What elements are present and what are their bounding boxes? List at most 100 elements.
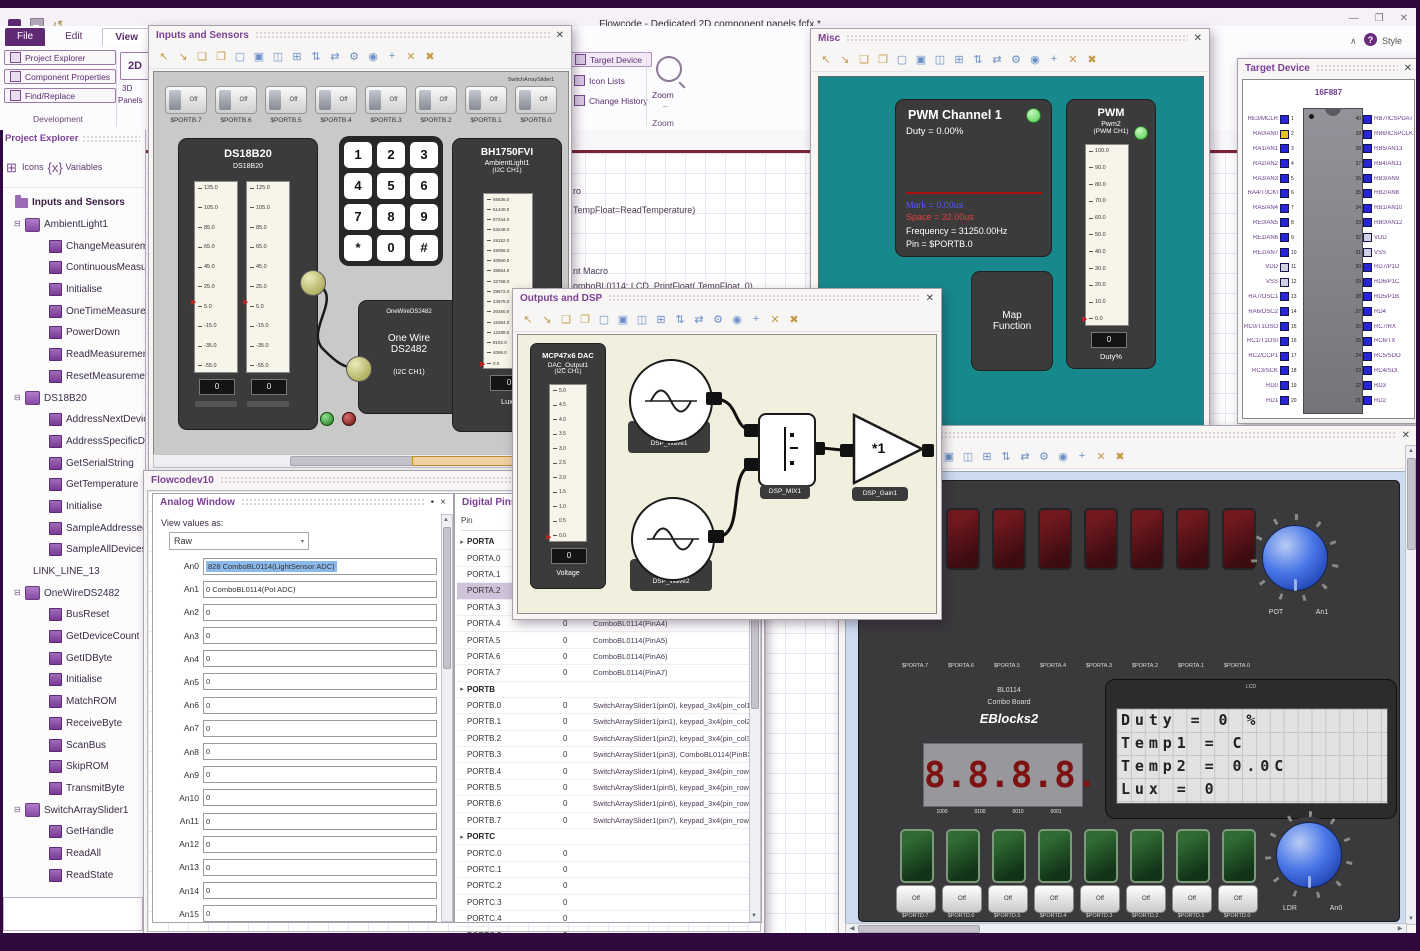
ribbon-collapse-icon[interactable]: ∧: [1350, 36, 1357, 47]
tree-item[interactable]: ReadMeasurement: [0, 344, 145, 366]
channel-value-field[interactable]: 0: [203, 650, 437, 668]
digital-pin-row[interactable]: PORTB.6 0 SwitchArraySlider1(pin6), keyp…: [457, 796, 749, 813]
distribute-vertical-icon[interactable]: ⇅: [309, 49, 323, 64]
scroll-right-icon[interactable]: ▶: [1395, 925, 1405, 933]
switch-knob[interactable]: [169, 90, 181, 110]
voltage-scale[interactable]: 5.0 4.5 4.0 3.5 3.0 2.5 2.0 1.5 1.0 0.5 0.0: [549, 384, 587, 542]
panel-3d-button[interactable]: 3D: [122, 84, 132, 93]
tree-item[interactable]: ChangeMeasurementMode: [0, 235, 145, 257]
scroll-left-icon[interactable]: ◀: [847, 925, 857, 933]
tree-item[interactable]: ⊟ SwitchArraySlider1: [0, 799, 145, 821]
delete-icon[interactable]: ✕: [404, 49, 418, 64]
view-toggle[interactable]: Change History: [570, 94, 652, 107]
misc-window-titlebar[interactable]: Misc ✕: [811, 29, 1209, 47]
chip-pin[interactable]: RE1/AN6 9: [1243, 230, 1303, 245]
grid-snap-icon[interactable]: ⊞: [654, 312, 668, 327]
view-toggle[interactable]: Icon Lists: [570, 74, 652, 87]
align-left-icon[interactable]: ▢: [233, 49, 247, 64]
delete-icon[interactable]: ✕: [1094, 449, 1108, 464]
inputs-titlebar[interactable]: Inputs and Sensors ✕: [149, 26, 571, 44]
dsp-mix-component[interactable]: [758, 413, 816, 487]
ribbon-tab[interactable]: File: [5, 28, 46, 46]
toggle-switch[interactable]: Off: [365, 86, 407, 114]
channel-value-field[interactable]: 0: [203, 835, 437, 853]
tree-item[interactable]: ScanBus: [0, 734, 145, 756]
expander-icon[interactable]: [38, 372, 47, 381]
scroll-up-icon[interactable]: ▲: [441, 516, 451, 524]
properties-gear-icon[interactable]: ⚙: [347, 49, 361, 64]
expand-arrow-icon[interactable]: ▸: [457, 833, 467, 841]
paste-icon[interactable]: ❐: [876, 52, 890, 67]
scroll-down-icon[interactable]: ▼: [749, 912, 759, 920]
port-switch-button[interactable]: Off: [1172, 885, 1212, 913]
add-icon[interactable]: +: [1075, 449, 1089, 464]
chip-pin[interactable]: RA5/AN4 7: [1243, 201, 1303, 216]
keypad-key[interactable]: 1: [344, 141, 372, 168]
toggle-switch[interactable]: Off: [215, 86, 257, 114]
chip-pin[interactable]: 24 RC5/SDO: [1349, 349, 1413, 364]
keypad-key[interactable]: 9: [410, 203, 438, 230]
digital-pin-row[interactable]: PORTA.6 0 ComboBL0114(PinA6): [457, 649, 749, 666]
switch-knob[interactable]: [219, 90, 231, 110]
slider-marker[interactable]: ▶: [1082, 316, 1087, 323]
expander-icon[interactable]: [38, 307, 47, 316]
expander-icon[interactable]: [38, 415, 47, 424]
align-left-icon[interactable]: ▢: [895, 52, 909, 67]
channel-value-field[interactable]: 828 ComboBL0114(LightSensor ADC): [203, 557, 437, 575]
toggle-switch[interactable]: Off: [315, 86, 357, 114]
expander-icon[interactable]: [38, 675, 47, 684]
properties-gear-icon[interactable]: ⚙: [711, 312, 725, 327]
chip-pin[interactable]: 28 RD5/P1B: [1349, 290, 1413, 305]
explorer-tool[interactable]: ⊞ Icons: [4, 160, 43, 175]
switch-knob[interactable]: [469, 90, 481, 110]
target-icon[interactable]: ◉: [730, 312, 744, 327]
panel-2d-button[interactable]: 2D: [120, 52, 150, 80]
toggle-switch[interactable]: Off: [265, 86, 307, 114]
pwm-slider-scale[interactable]: 100.0 90.0 80.0 70.0 60.0 50.0 40.0 30.0 20.0 10.…: [1085, 144, 1129, 326]
explorer-tool[interactable]: {x} Variables: [48, 160, 103, 175]
port-switch-button[interactable]: Off: [1034, 885, 1074, 913]
distribute-horizontal-icon[interactable]: ⇄: [328, 49, 342, 64]
chip-pin[interactable]: 40 RB7/ICSPDAT: [1349, 112, 1413, 127]
view-mode-dropdown[interactable]: Raw ▾: [169, 532, 309, 550]
chip-pin[interactable]: RA6/OSC2 14: [1243, 304, 1303, 319]
chip-pin[interactable]: 22 RD3: [1349, 378, 1413, 393]
tree-item[interactable]: GetSerialString: [0, 452, 145, 474]
chip-pin[interactable]: 25 RC6/TX: [1349, 334, 1413, 349]
chip-pin[interactable]: 29 RD6/P1C: [1349, 275, 1413, 290]
align-left-icon[interactable]: ▢: [597, 312, 611, 327]
expander-icon[interactable]: [38, 741, 47, 750]
inputs-panel-canvas[interactable]: SwitchArraySlider1 Off $PORTB.7 Off $POR…: [153, 71, 569, 455]
tree-item[interactable]: Inputs and Sensors: [0, 192, 145, 214]
digital-pin-row[interactable]: PORTB.5 0 SwitchArraySlider1(pin5), keyp…: [457, 780, 749, 797]
knob-dial[interactable]: [1262, 525, 1328, 591]
digital-pin-row[interactable]: PORTB.2 0 SwitchArraySlider1(pin2), keyp…: [457, 731, 749, 748]
zoom-icon[interactable]: [656, 56, 682, 82]
dsp-gain-component[interactable]: *1: [850, 411, 926, 487]
cursor-icon[interactable]: ↖: [157, 49, 171, 64]
digital-pin-row[interactable]: PORTA.7 0 ComboBL0114(PinA7): [457, 665, 749, 682]
chip-pin[interactable]: VDD 11: [1243, 260, 1303, 275]
analog-scrollbar[interactable]: ▲: [441, 514, 453, 922]
tree-item[interactable]: MatchROM: [0, 691, 145, 713]
expand-arrow-icon[interactable]: ▸: [457, 538, 467, 546]
connector-node[interactable]: [300, 270, 326, 296]
chip-pin[interactable]: RE0/AN5 8: [1243, 216, 1303, 231]
analog-window-titlebar[interactable]: Analog Window • ×: [153, 494, 453, 510]
tree-item[interactable]: PowerDown: [0, 322, 145, 344]
distribute-vertical-icon[interactable]: ⇅: [673, 312, 687, 327]
channel-value-field[interactable]: 0: [203, 882, 437, 900]
port-switch-button[interactable]: Off: [988, 885, 1028, 913]
expander-icon[interactable]: [38, 762, 47, 771]
keypad-key[interactable]: 0: [377, 234, 405, 261]
keypad-key[interactable]: 8: [377, 203, 405, 230]
mcp47x6-dac-component[interactable]: MCP47x6 DAC DAC_Output1 (I2C CH1) 5.0 4.5…: [530, 343, 606, 589]
expander-icon[interactable]: [38, 524, 47, 533]
channel-value-field[interactable]: 0: [203, 905, 437, 923]
tree-item[interactable]: ContinuousMeasurement: [0, 257, 145, 279]
pan-icon[interactable]: ↘: [176, 49, 190, 64]
help-icon[interactable]: ?: [1364, 33, 1377, 46]
channel-value-field[interactable]: 0: [203, 812, 437, 830]
slider-marker[interactable]: ▶: [546, 534, 551, 541]
expander-icon[interactable]: [38, 632, 47, 641]
